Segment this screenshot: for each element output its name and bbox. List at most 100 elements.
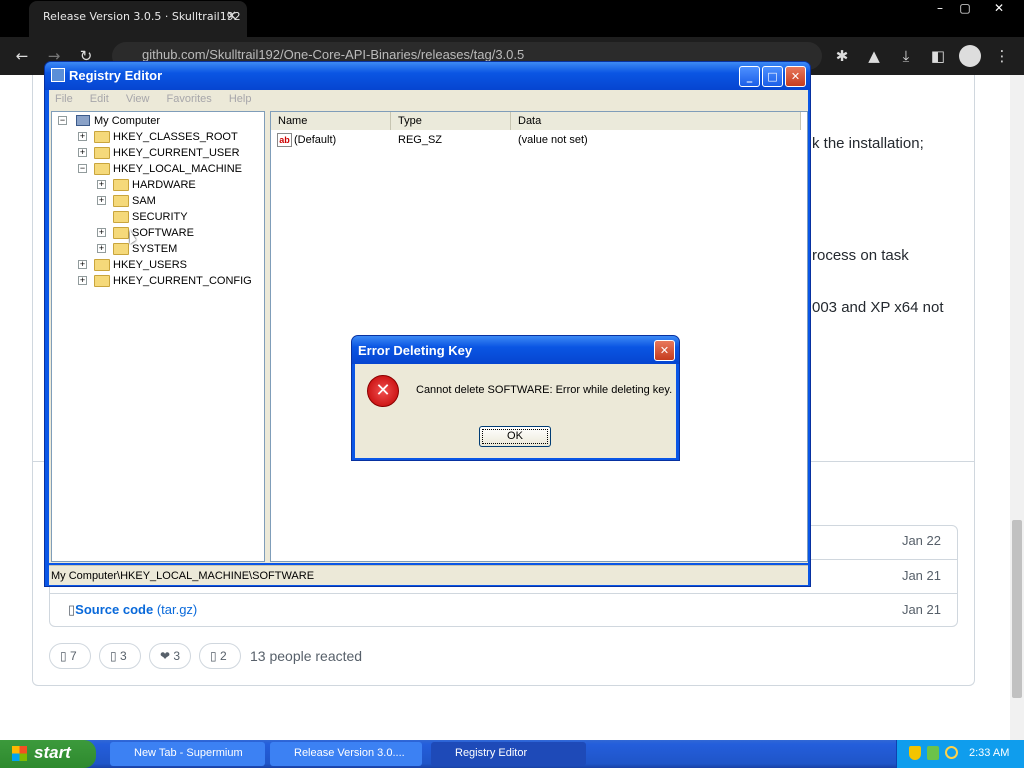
download-icon[interactable]: ⤓	[896, 46, 916, 66]
error-icon: ✕	[367, 375, 399, 407]
side-panel-icon[interactable]: ◧	[928, 46, 948, 66]
security-shield-icon[interactable]	[909, 746, 921, 760]
network-icon[interactable]	[927, 746, 939, 760]
menu-help[interactable]: Help	[229, 93, 252, 105]
value-name: (Default)	[294, 134, 337, 146]
expand-icon[interactable]: +	[78, 148, 87, 157]
reaction-summary: 13 people reacted	[250, 648, 363, 664]
menu-edit[interactable]: Edit	[90, 93, 109, 105]
taskbar-item-label: Registry Editor	[455, 747, 528, 759]
expand-icon[interactable]: +	[97, 180, 106, 189]
folder-open-icon	[94, 163, 110, 175]
expand-icon[interactable]: +	[97, 228, 106, 237]
release-note-line: rocess on task	[812, 247, 909, 264]
search-icon[interactable]	[945, 746, 958, 759]
start-label: start	[34, 743, 71, 762]
tree-label: SECURITY	[132, 211, 188, 223]
windows-flag-icon	[12, 746, 27, 761]
string-value-icon: ab	[277, 133, 292, 147]
registry-tree[interactable]: − My Computer + HKEY_CLASSES_ROOT + HKEY_C…	[51, 111, 265, 562]
ok-button[interactable]: OK	[479, 426, 551, 447]
reaction-rocket[interactable]: ▯ 2	[199, 643, 241, 669]
value-type: REG_SZ	[398, 134, 443, 146]
registry-editor-window: Registry Editor _ □ ✕ File Edit View Fav…	[44, 61, 811, 587]
taskbar-item-registry-editor[interactable]: Registry Editor	[431, 742, 586, 766]
release-note-line: 003 and XP x64 not	[812, 299, 944, 316]
system-tray: 2:33 AM	[896, 740, 1024, 768]
tree-label: SOFTWARE	[132, 227, 194, 239]
back-icon[interactable]: ←	[12, 46, 32, 66]
column-header-name[interactable]: Name	[271, 112, 391, 130]
close-window-button[interactable]: ✕	[984, 0, 1014, 18]
window-title: Registry Editor	[69, 68, 163, 83]
expand-icon[interactable]: +	[78, 276, 87, 285]
expand-icon[interactable]: +	[97, 196, 106, 205]
source-code-label: Source code	[75, 602, 154, 617]
tree-label: HKEY_CURRENT_CONFIG	[113, 275, 252, 287]
expand-icon[interactable]: +	[97, 244, 106, 253]
laugh-icon: ▯	[110, 649, 117, 663]
computer-icon	[76, 115, 90, 126]
maximize-window-button[interactable]: ▢	[950, 0, 980, 18]
rocket-icon: ▯	[210, 649, 217, 663]
reaction-count: 2	[219, 649, 227, 663]
folder-icon	[94, 275, 110, 287]
menu-bar: File Edit View Favorites Help	[49, 90, 808, 109]
regedit-app-icon	[51, 68, 65, 82]
scrollbar-thumb[interactable]	[1012, 520, 1022, 698]
clock[interactable]: 2:33 AM	[969, 747, 1009, 759]
browser-tab-strip: Release Version 3.0.5 · Skulltrail192 ✕ …	[0, 0, 1024, 37]
source-code-format: (tar.gz)	[156, 602, 198, 617]
value-data: (value not set)	[518, 134, 588, 146]
reaction-heart[interactable]: ❤ 3	[149, 643, 191, 669]
tree-label: HKEY_USERS	[113, 259, 187, 271]
tree-label: HKEY_CURRENT_USER	[113, 147, 240, 159]
taskbar-item-release[interactable]: Release Version 3.0....	[270, 742, 422, 766]
asset-row[interactable]: ▯Source code (tar.gz) Jan 21	[50, 593, 957, 627]
asset-date: Jan 21	[901, 602, 941, 617]
tree-label: HKEY_CLASSES_ROOT	[113, 131, 238, 143]
dialog-body: ✕ Cannot delete SOFTWARE: Error while de…	[355, 364, 676, 458]
expand-icon[interactable]: +	[78, 132, 87, 141]
reaction-laugh[interactable]: ▯ 3	[99, 643, 141, 669]
tab-close-icon[interactable]: ✕	[226, 9, 237, 24]
folder-icon	[113, 211, 129, 223]
source-code-link[interactable]: ▯Source code (tar.gz)	[68, 602, 197, 618]
extensions-icon[interactable]: ✱	[832, 46, 852, 66]
folder-icon	[113, 179, 129, 191]
mouse-cursor-icon	[130, 230, 136, 244]
menu-view[interactable]: View	[126, 93, 150, 105]
regedit-maximize-button[interactable]: □	[762, 66, 783, 87]
folder-icon	[113, 243, 129, 255]
collapse-icon[interactable]: −	[78, 164, 87, 173]
profile-avatar[interactable]	[959, 45, 981, 67]
taskbar-item-label: Release Version 3.0....	[294, 747, 405, 759]
thumbs-up-icon: ▯	[60, 649, 67, 663]
regedit-close-button[interactable]: ✕	[785, 66, 806, 87]
taskbar-item-label: New Tab - Supermium	[134, 747, 243, 759]
collapse-icon[interactable]: −	[58, 116, 67, 125]
labs-icon[interactable]: ▲	[864, 46, 884, 66]
value-row[interactable]: ab (Default) REG_SZ (value not set)	[271, 132, 807, 150]
asset-date: Jan 22	[901, 533, 941, 548]
tree-label: HARDWARE	[132, 179, 196, 191]
regedit-minimize-button[interactable]: _	[739, 66, 760, 87]
expand-icon[interactable]: +	[78, 260, 87, 269]
start-button[interactable]: start	[0, 740, 96, 768]
reaction-thumbs-up[interactable]: ▯ 7	[49, 643, 91, 669]
tree-label: SAM	[132, 195, 156, 207]
reaction-count: 3	[119, 649, 127, 663]
browser-tab[interactable]: Release Version 3.0.5 · Skulltrail192 ✕	[29, 1, 247, 37]
dialog-close-button[interactable]: ✕	[654, 340, 675, 361]
column-header-data[interactable]: Data	[511, 112, 801, 130]
menu-file[interactable]: File	[55, 93, 73, 105]
dialog-titlebar[interactable]: Error Deleting Key	[352, 336, 679, 364]
asset-date: Jan 21	[901, 568, 941, 583]
menu-favorites[interactable]: Favorites	[167, 93, 212, 105]
tree-label: My Computer	[94, 115, 161, 127]
taskbar-item-new-tab[interactable]: New Tab - Supermium	[110, 742, 265, 766]
menu-icon[interactable]: ⋮	[992, 46, 1012, 66]
registry-editor-titlebar[interactable]: Registry Editor	[45, 62, 810, 90]
release-note-line: k the installation;	[812, 135, 924, 152]
column-header-type[interactable]: Type	[391, 112, 511, 130]
